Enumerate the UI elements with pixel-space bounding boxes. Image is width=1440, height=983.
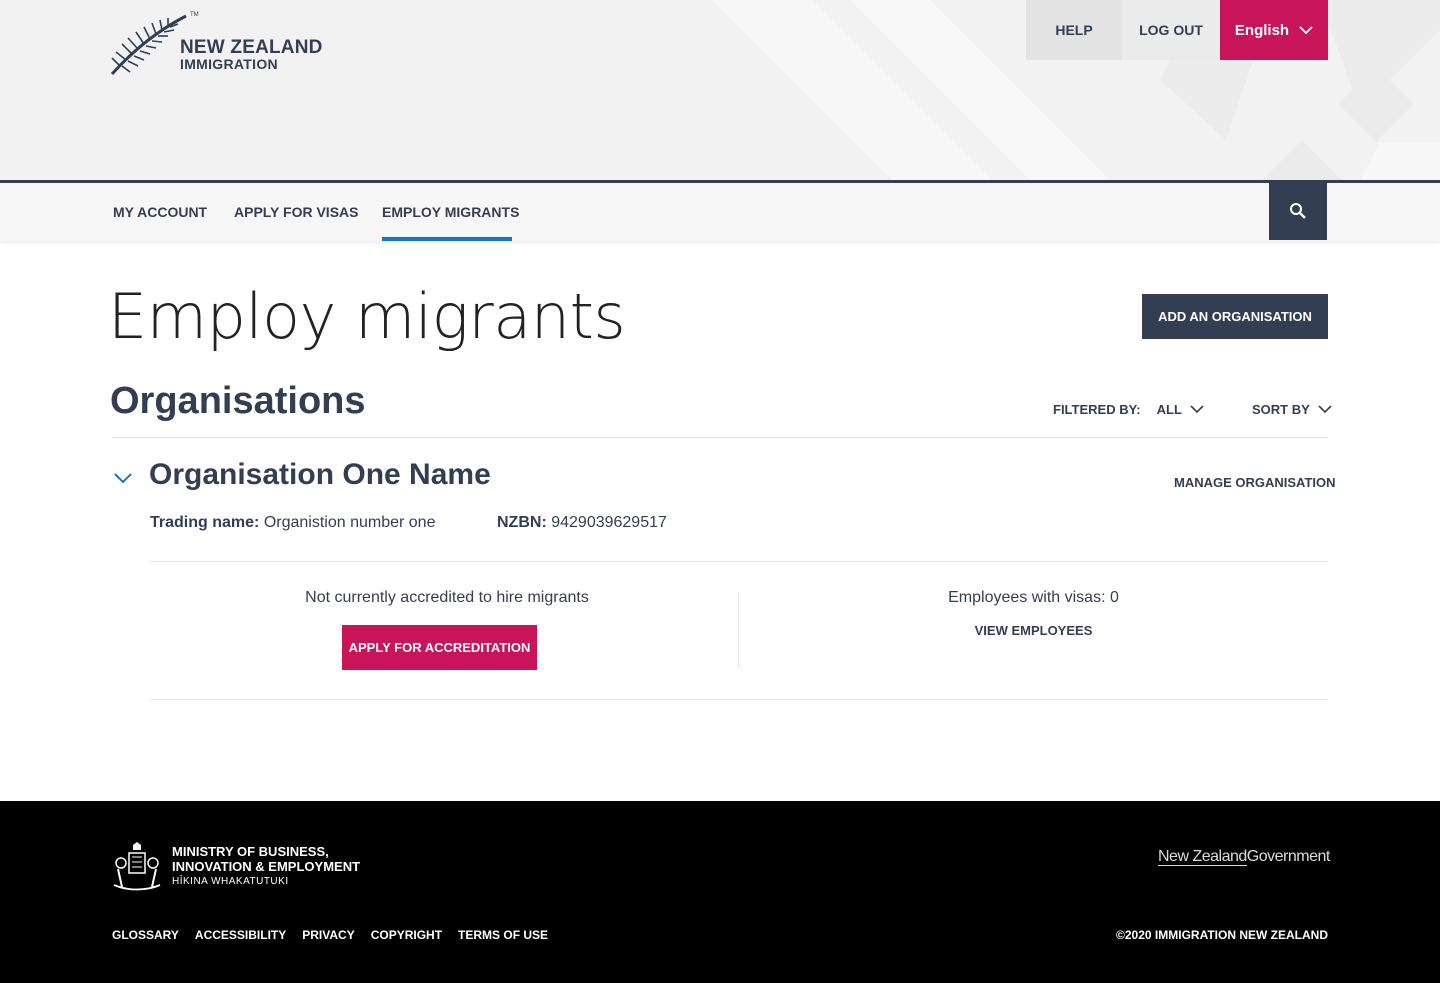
main-navigation: MY ACCOUNT APPLY FOR VISAS EMPLOY MIGRAN…: [0, 180, 1440, 241]
mbie-line-2: INNOVATION & EMPLOYMENT: [172, 859, 361, 874]
trading-name: Trading name: Organistion number one: [150, 514, 435, 532]
add-organisation-button[interactable]: ADD AN ORGANISATION: [1142, 294, 1328, 339]
mbie-line-1: MINISTRY OF BUSINESS,: [172, 844, 329, 859]
footer-links: GLOSSARY ACCESSIBILITY PRIVACY COPYRIGHT…: [112, 928, 548, 942]
footer-link-accessibility[interactable]: ACCESSIBILITY: [195, 928, 286, 942]
log-out-link[interactable]: LOG OUT: [1122, 0, 1220, 60]
nzgov-part-2: Government: [1246, 848, 1331, 865]
filter-control[interactable]: FILTERED BY: ALL: [1053, 402, 1204, 417]
footer-link-privacy[interactable]: PRIVACY: [302, 928, 354, 942]
filter-value: ALL: [1156, 402, 1182, 417]
help-link[interactable]: HELP: [1026, 0, 1122, 60]
section-divider: [112, 437, 1328, 438]
nzgov-part-1: New Zealand: [1158, 848, 1247, 866]
nav-item-my-account[interactable]: MY ACCOUNT: [113, 183, 207, 241]
filter-label: FILTERED BY:: [1053, 402, 1141, 417]
site-footer: MINISTRY OF BUSINESS, INNOVATION & EMPLO…: [0, 801, 1440, 983]
card-bottom-divider: [150, 699, 1328, 700]
nzbn-label: NZBN:: [497, 514, 547, 531]
chevron-down-icon: [1190, 405, 1204, 414]
accreditation-status: Not currently accredited to hire migrant…: [305, 589, 589, 606]
trading-name-label: Trading name:: [150, 514, 260, 531]
silver-fern-icon: [110, 14, 187, 76]
employees-count: Employees with visas: 0: [948, 589, 1119, 606]
chevron-down-icon[interactable]: [113, 470, 133, 486]
footer-link-terms-of-use[interactable]: TERMS OF USE: [458, 928, 548, 942]
footer-link-glossary[interactable]: GLOSSARY: [112, 928, 179, 942]
mbie-line-3: HĪKINA WHAKATUTUKI: [172, 876, 289, 887]
trading-name-value: Organistion number one: [263, 514, 436, 531]
view-employees-link[interactable]: VIEW EMPLOYEES: [739, 623, 1328, 638]
chevron-down-icon: [1318, 405, 1332, 414]
nav-item-employ-migrants[interactable]: EMPLOY MIGRANTS: [382, 183, 519, 241]
utility-links: HELP LOG OUT English: [1026, 0, 1328, 60]
organisation-name: Organisation One Name: [149, 458, 491, 491]
nzbn-value: 9429039629517: [551, 514, 667, 531]
section-title: Organisations: [110, 380, 366, 422]
search-button[interactable]: [1269, 182, 1327, 240]
apply-for-accreditation-button[interactable]: APPLY FOR ACCREDITATION: [342, 625, 537, 670]
nav-item-apply-for-visas[interactable]: APPLY FOR VISAS: [234, 183, 358, 241]
nz-government-logo[interactable]: New ZealandGovernment: [1158, 848, 1330, 866]
page-title: Employ migrants: [108, 280, 626, 353]
footer-link-copyright[interactable]: COPYRIGHT: [371, 928, 442, 942]
search-icon: [1290, 203, 1306, 219]
site-header: TM NEW ZEALAND IMMIGRATION HELP LOG OUT …: [0, 0, 1440, 180]
chevron-down-icon: [1299, 25, 1313, 34]
language-label: English: [1234, 21, 1290, 39]
manage-organisation-link[interactable]: MANAGE ORGANISATION: [1174, 475, 1336, 490]
coat-of-arms-icon: [113, 842, 161, 891]
trademark-mark: TM: [190, 12, 199, 18]
language-selector[interactable]: English: [1220, 0, 1328, 60]
nz-immigration-logo[interactable]: TM NEW ZEALAND IMMIGRATION: [110, 12, 322, 78]
card-divider: [150, 561, 1328, 562]
copyright-notice: ©2020 IMMIGRATION NEW ZEALAND: [1116, 928, 1328, 942]
sort-label: SORT BY: [1252, 402, 1310, 417]
nzbn: NZBN: 9429039629517: [497, 514, 667, 532]
logo-line-2: IMMIGRATION: [180, 56, 278, 72]
mbie-logo[interactable]: MINISTRY OF BUSINESS, INNOVATION & EMPLO…: [110, 841, 390, 891]
sort-control[interactable]: SORT BY: [1252, 402, 1332, 417]
